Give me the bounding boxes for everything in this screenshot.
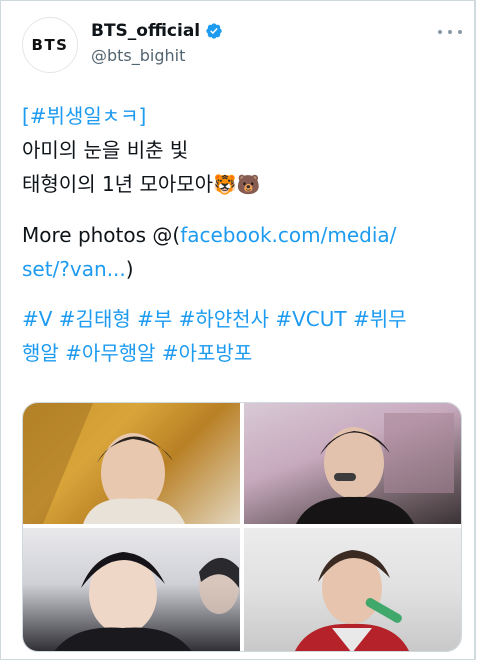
hashtags-line-1[interactable]: #V #김태형 #부 #하얀천사 #VCUT #뷔무 <box>22 302 462 336</box>
tweet-line-4: More photos @(facebook.com/media/ <box>22 218 462 252</box>
tweet-card[interactable]: BTS BTS_official @bts_bighit [#뷔생일ㅊㅋ] 아미… <box>0 0 476 660</box>
photo-4[interactable] <box>244 528 461 651</box>
tweet-line-1: [#뷔생일ㅊㅋ] <box>22 99 462 133</box>
verified-badge-icon <box>206 23 222 39</box>
tweet-line-3: 태형이의 1년 모아모아🐯🐻 <box>22 167 462 202</box>
photo-2[interactable] <box>244 403 461 524</box>
more-options-icon[interactable] <box>438 25 462 39</box>
photo-2-image <box>296 413 454 524</box>
closing-paren: ) <box>125 257 134 281</box>
photo-4-image <box>295 550 409 651</box>
tiger-bear-emoji: 🐯🐻 <box>213 174 261 196</box>
display-name[interactable]: BTS_official <box>91 21 200 41</box>
name-row: BTS_official <box>91 21 223 41</box>
facebook-link[interactable]: facebook.com/media/ <box>180 223 396 247</box>
more-photos-label: More photos @( <box>22 223 181 247</box>
tweet-text: [#뷔생일ㅊㅋ] 아미의 눈을 비춘 빛 태형이의 1년 모아모아🐯🐻 More… <box>22 99 462 370</box>
photo-3[interactable] <box>23 528 240 651</box>
more-dot <box>448 30 452 34</box>
more-dot <box>438 30 442 34</box>
photo-1-image <box>23 403 185 524</box>
photo-1[interactable] <box>23 403 240 524</box>
tweet-line-3-text: 태형이의 1년 모아모아 <box>22 172 214 196</box>
hashtags-line-2[interactable]: 행알 #아무행알 #아포방포 <box>22 336 462 370</box>
tweet-line-5: set/?van...) <box>22 252 462 286</box>
hashtag-link[interactable]: [#뷔생일ㅊㅋ] <box>22 104 146 128</box>
media-grid <box>22 402 462 652</box>
more-dot <box>458 30 462 34</box>
facebook-link-continued[interactable]: set/?van... <box>22 257 126 281</box>
tweet-line-2: 아미의 눈을 비춘 빛 <box>22 138 189 162</box>
photo-3-image <box>54 552 239 651</box>
avatar[interactable]: BTS <box>22 17 78 73</box>
handle[interactable]: @bts_bighit <box>91 46 185 65</box>
avatar-logo-text: BTS <box>31 36 69 54</box>
